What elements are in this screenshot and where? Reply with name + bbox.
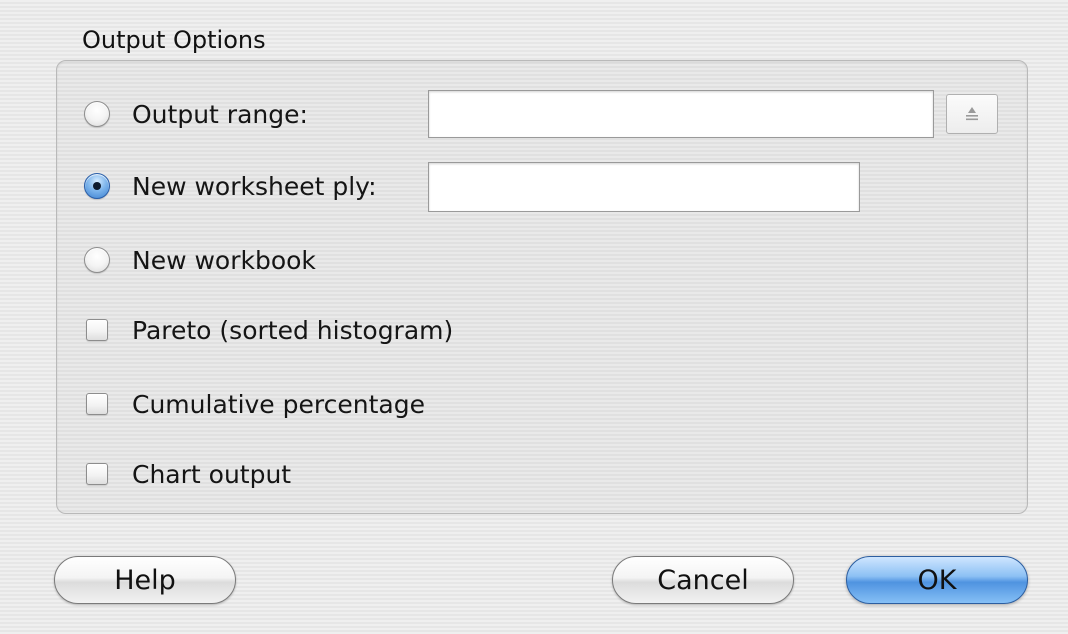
output-range-radio[interactable]: [84, 101, 110, 127]
new-worksheet-ply-input[interactable]: [428, 162, 860, 212]
new-worksheet-ply-radio[interactable]: [84, 173, 110, 199]
new-workbook-option[interactable]: New workbook: [84, 240, 316, 280]
collapse-dialog-icon: [966, 107, 978, 121]
cancel-button[interactable]: Cancel: [612, 556, 794, 604]
cumulative-percentage-checkbox[interactable]: [86, 393, 108, 415]
new-workbook-radio[interactable]: [84, 247, 110, 273]
new-worksheet-ply-option[interactable]: New worksheet ply:: [84, 166, 377, 206]
pareto-option[interactable]: Pareto (sorted histogram): [84, 310, 453, 350]
ok-button[interactable]: OK: [846, 556, 1028, 604]
range-selector-button[interactable]: [946, 94, 998, 134]
radio-dot: [93, 182, 101, 190]
chart-output-checkbox[interactable]: [86, 463, 108, 485]
group-title: Output Options: [82, 26, 266, 54]
cumulative-percentage-option[interactable]: Cumulative percentage: [84, 384, 425, 424]
pareto-checkbox[interactable]: [86, 319, 108, 341]
output-range-option[interactable]: Output range:: [84, 94, 308, 134]
cumulative-percentage-label: Cumulative percentage: [132, 389, 425, 419]
chart-output-option[interactable]: Chart output: [84, 454, 291, 494]
new-worksheet-ply-label: New worksheet ply:: [132, 171, 377, 201]
help-button[interactable]: Help: [54, 556, 236, 604]
pareto-label: Pareto (sorted histogram): [132, 315, 454, 345]
output-range-label: Output range:: [132, 99, 308, 129]
output-range-input[interactable]: [428, 90, 934, 138]
chart-output-label: Chart output: [132, 459, 292, 489]
new-workbook-label: New workbook: [132, 245, 316, 275]
